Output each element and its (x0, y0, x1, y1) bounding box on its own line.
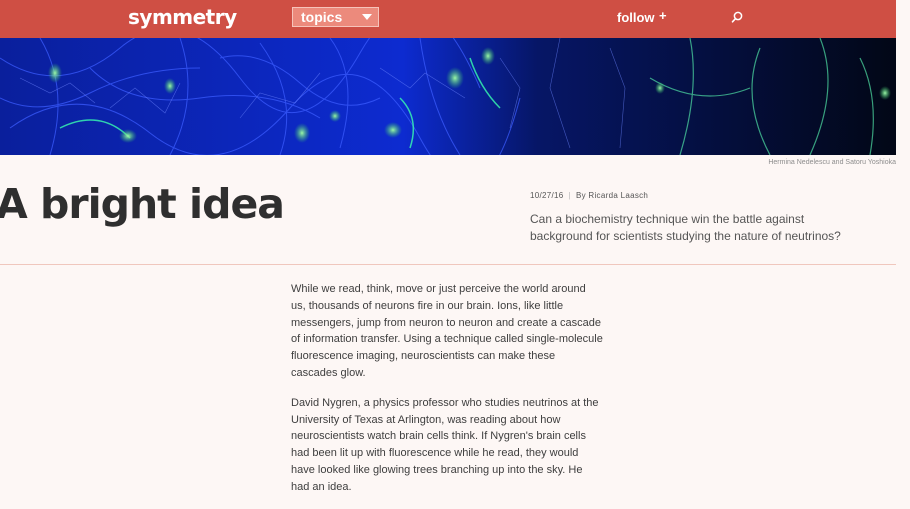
hero-image (0, 38, 896, 155)
site-header: symmetry topics follow + (0, 0, 896, 38)
follow-button[interactable]: follow (617, 10, 655, 25)
body-paragraph: While we read, think, move or just perce… (291, 283, 603, 379)
neuron-fluorescence-image (0, 38, 896, 155)
article-dek: Can a biochemistry technique win the bat… (530, 212, 841, 243)
body-paragraph: David Nygren, a physics professor who st… (291, 396, 599, 493)
article-body: While we read, think, move or just perce… (291, 281, 603, 509)
article-title: A bright idea (0, 180, 285, 228)
plus-icon[interactable]: + (659, 8, 667, 23)
search-icon[interactable] (730, 10, 744, 24)
divider (0, 264, 896, 265)
article-byline[interactable]: By Ricarda Laasch (576, 191, 648, 200)
site-logo[interactable]: symmetry (128, 5, 237, 29)
hero-caption: Hermina Nedelescu and Satoru Yoshioka (768, 159, 896, 166)
chevron-down-icon (362, 14, 372, 20)
topics-label: topics (301, 9, 343, 25)
meta-separator: | (568, 191, 571, 200)
topics-dropdown[interactable]: topics (292, 7, 379, 27)
article-date: 10/27/16 (530, 191, 564, 200)
article-meta: 10/27/16 | By Ricarda Laasch (530, 191, 648, 200)
